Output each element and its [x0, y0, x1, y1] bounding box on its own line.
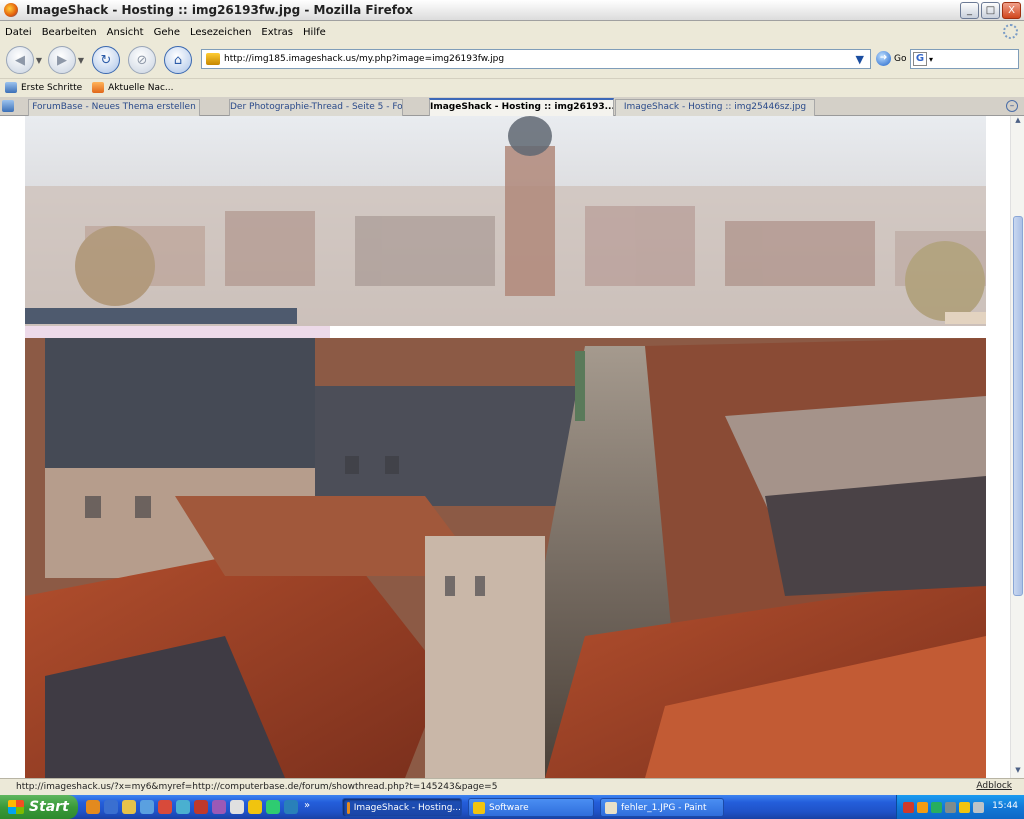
maximize-button[interactable]: □ — [981, 2, 1000, 19]
menu-datei[interactable]: Datei — [5, 27, 32, 38]
taskbar-item-label: ImageShack - Hosting... — [353, 802, 461, 813]
media-quicklaunch-icon[interactable] — [158, 800, 172, 814]
back-dropdown-icon[interactable]: ▼ — [34, 56, 44, 65]
start-button[interactable]: Start — [0, 795, 78, 819]
tray-keyboard-icon[interactable] — [973, 801, 984, 813]
bookmark-label: Aktuelle Nac... — [108, 82, 174, 93]
back-button[interactable]: ◀ — [6, 46, 34, 74]
tab-list-icon[interactable] — [2, 100, 14, 112]
taskbar-item-paint[interactable]: fehler_1.JPG - Paint — [600, 798, 724, 817]
help-quicklaunch-icon[interactable] — [284, 800, 298, 814]
explorer-quicklaunch-icon[interactable] — [122, 800, 136, 814]
throbber-icon — [1003, 24, 1018, 39]
home-icon: ⌂ — [173, 52, 183, 68]
folder-icon — [473, 801, 485, 814]
ie-quicklaunch-icon[interactable] — [104, 800, 118, 814]
window-controls: _ □ X — [960, 2, 1021, 19]
back-arrow-icon: ◀ — [15, 52, 25, 68]
tab-bar: ForumBase - Neues Thema erstellen Der Ph… — [0, 97, 1024, 116]
tab-imageshack-img26193[interactable]: ImageShack - Hosting :: img26193... — [429, 98, 614, 116]
tab-photographie-thread[interactable]: Der Photographie-Thread - Seite 5 - For.… — [229, 99, 403, 116]
scrollbar-thumb[interactable] — [1013, 216, 1023, 596]
firefox-icon — [4, 3, 18, 17]
site-favicon-icon — [206, 53, 220, 65]
close-button[interactable]: X — [1002, 2, 1021, 19]
address-url[interactable]: http://img185.imageshack.us/my.php?image… — [224, 54, 504, 64]
rss-feed-icon — [92, 82, 105, 93]
stop-icon: ⊘ — [136, 52, 148, 68]
menu-hilfe[interactable]: Hilfe — [303, 27, 326, 38]
paint-icon — [605, 801, 617, 814]
menu-bearbeiten[interactable]: Bearbeiten — [42, 27, 97, 38]
address-bar[interactable]: http://img185.imageshack.us/my.php?image… — [201, 49, 871, 69]
taskbar-item-firefox[interactable]: ImageShack - Hosting... — [342, 798, 462, 817]
page-content — [0, 116, 1024, 778]
bookmarks-toolbar: Erste Schritte Aktuelle Nac... — [0, 78, 1024, 96]
folder-quicklaunch-icon[interactable] — [248, 800, 262, 814]
adblock-link[interactable]: Adblock — [976, 781, 1012, 791]
start-label: Start — [29, 799, 69, 815]
menu-extras[interactable]: Extras — [261, 27, 293, 38]
windows-logo-icon — [8, 800, 24, 814]
minimize-button[interactable]: _ — [960, 2, 979, 19]
go-label: Go — [894, 53, 907, 64]
status-bar: http://imageshack.us/?x=my6&myref=http:/… — [0, 778, 1024, 795]
firefox-quicklaunch-icon[interactable] — [86, 800, 100, 814]
tray-app-icon[interactable] — [903, 801, 914, 813]
tab-imageshack-img25446[interactable]: ImageShack - Hosting :: img25446sz.jpg — [615, 99, 815, 116]
window-title: ImageShack - Hosting :: img26193fw.jpg -… — [26, 3, 413, 17]
tray-network-icon[interactable] — [931, 801, 942, 813]
tray-clock[interactable]: 15:44 — [992, 801, 1018, 811]
tray-update-icon[interactable] — [945, 801, 956, 813]
forward-button[interactable]: ▶ — [48, 46, 76, 74]
menu-lesezeichen[interactable]: Lesezeichen — [190, 27, 251, 38]
home-button[interactable]: ⌂ — [164, 46, 192, 74]
forward-dropdown-icon[interactable]: ▼ — [76, 56, 86, 65]
bookmark-aktuelle-nachrichten[interactable]: Aktuelle Nac... — [92, 82, 174, 93]
go-button[interactable]: ➜ Go — [876, 51, 906, 66]
system-tray: 15:44 — [896, 795, 1024, 819]
close-tab-icon[interactable]: – — [1006, 100, 1018, 112]
desktop-quicklaunch-icon[interactable] — [140, 800, 154, 814]
menu-bar: Datei Bearbeiten Ansicht Gehe Lesezeiche… — [0, 22, 1024, 42]
tray-tool-icon[interactable] — [917, 801, 928, 813]
app-quicklaunch-icon[interactable] — [194, 800, 208, 814]
taskbar: Start » ImageShack - Hosting... Software… — [0, 795, 1024, 819]
menu-gehe[interactable]: Gehe — [154, 27, 180, 38]
menu-ansicht[interactable]: Ansicht — [107, 27, 144, 38]
paint-quicklaunch-icon[interactable] — [230, 800, 244, 814]
scroll-down-icon[interactable]: ▼ — [1012, 766, 1024, 778]
quicklaunch-more-icon[interactable]: » — [304, 800, 310, 814]
bookmark-label: Erste Schritte — [21, 82, 83, 93]
bookmark-erste-schritte[interactable]: Erste Schritte — [5, 82, 82, 93]
taskbar-item-label: Software — [489, 802, 529, 813]
tool-quicklaunch-icon[interactable] — [212, 800, 226, 814]
title-bar: ImageShack - Hosting :: img26193fw.jpg -… — [0, 0, 1024, 21]
network-quicklaunch-icon[interactable] — [266, 800, 280, 814]
tab-forumbase[interactable]: ForumBase - Neues Thema erstellen — [28, 99, 200, 116]
scroll-up-icon[interactable]: ▲ — [1012, 116, 1024, 128]
quick-launch: » — [86, 800, 310, 814]
stop-button[interactable]: ⊘ — [128, 46, 156, 74]
reload-button[interactable]: ↻ — [92, 46, 120, 74]
taskbar-item-label: fehler_1.JPG - Paint — [621, 802, 707, 813]
messenger-quicklaunch-icon[interactable] — [176, 800, 190, 814]
history-dropdown-icon[interactable]: ▼ — [856, 53, 864, 66]
hosted-photo[interactable] — [25, 116, 986, 778]
tray-volume-icon[interactable] — [959, 801, 970, 813]
search-input[interactable]: G ▾ — [910, 49, 1019, 69]
city-rooftops-image — [25, 116, 986, 778]
bookmark-icon — [5, 82, 17, 93]
reload-icon: ↻ — [100, 52, 112, 68]
search-engine-icon[interactable]: G — [913, 52, 927, 66]
forward-arrow-icon: ▶ — [57, 52, 67, 68]
taskbar-item-software[interactable]: Software — [468, 798, 594, 817]
vertical-scrollbar[interactable]: ▲ ▼ — [1010, 116, 1024, 778]
go-arrow-icon: ➜ — [876, 51, 891, 66]
firefox-icon — [347, 801, 350, 814]
search-engine-dropdown-icon[interactable]: ▾ — [929, 55, 933, 64]
navigation-toolbar: ◀ ▼ ▶ ▼ ↻ ⊘ ⌂ http://img185.imageshack.u… — [0, 43, 1024, 77]
status-text: http://imageshack.us/?x=my6&myref=http:/… — [16, 782, 498, 792]
